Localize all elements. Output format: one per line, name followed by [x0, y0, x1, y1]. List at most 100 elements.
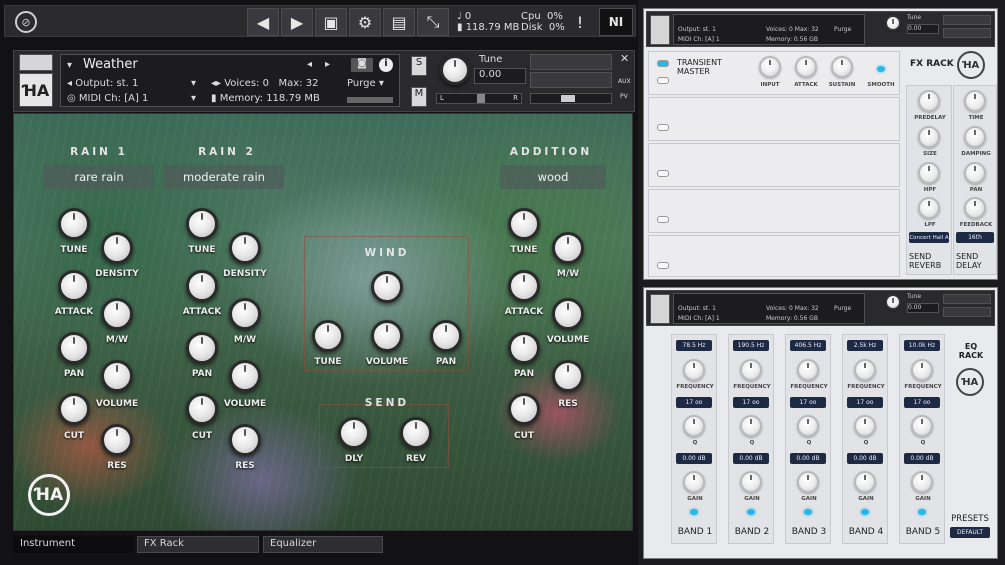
tab-instrument[interactable]: Instrument [13, 536, 133, 553]
addition-cut-knob[interactable] [508, 393, 540, 425]
fx-slot-5-toggle[interactable] [657, 262, 669, 269]
band2-frequency-value[interactable]: 190.5 Hz [733, 340, 769, 351]
rain2-res-knob[interactable] [229, 424, 261, 456]
eq-output[interactable]: Output: st. 1 [678, 305, 716, 312]
save-button[interactable]: ▣ [315, 8, 347, 36]
delay-preset-selector[interactable]: 16th [956, 232, 994, 243]
wind-pan-knob[interactable] [430, 320, 462, 352]
rain2-volume-knob[interactable] [229, 360, 261, 392]
rain1-tune-knob[interactable] [58, 208, 90, 240]
aux-button[interactable]: AUX [618, 78, 631, 85]
addition-volume-knob[interactable] [552, 298, 584, 330]
volume-slider[interactable] [530, 93, 612, 104]
next-arrow-icon[interactable]: ▸ [325, 59, 330, 70]
view-button[interactable]: ▤ [383, 8, 415, 36]
addition-attack-knob[interactable] [508, 270, 540, 302]
rain2-tune-knob[interactable] [186, 208, 218, 240]
addition-pan-knob[interactable] [508, 332, 540, 364]
rain2-pan-knob[interactable] [186, 332, 218, 364]
fx-midi[interactable]: MIDI Ch: [A] 1 [678, 36, 720, 43]
close-icon[interactable]: ✕ [620, 52, 629, 65]
prev-instrument-button[interactable]: ◀ [247, 8, 279, 36]
band3-frequency-value[interactable]: 406.5 Hz [790, 340, 826, 351]
band4-q-value[interactable]: 17 oo [847, 397, 883, 408]
addition-tune-knob[interactable] [508, 208, 540, 240]
rain1-selector[interactable]: rare rain [44, 165, 154, 189]
reverb-hpf-knob[interactable] [918, 162, 940, 184]
fx-slot-2-toggle[interactable] [657, 124, 669, 131]
band1-led-icon[interactable] [690, 509, 698, 515]
resize-button[interactable]: ⤡ [417, 8, 449, 36]
addition-mw-knob[interactable] [552, 232, 584, 264]
addition-res-knob[interactable] [552, 360, 584, 392]
transient-toggle-2[interactable] [657, 77, 669, 84]
tab-equalizer[interactable]: Equalizer [263, 536, 383, 553]
band2-gain-value[interactable]: 0.00 dB [733, 453, 769, 464]
band4-gain-value[interactable]: 0.00 dB [847, 453, 883, 464]
wind-tune-knob[interactable] [312, 320, 344, 352]
midi-channel-row[interactable]: ◎ MIDI Ch: [A] 1 [67, 93, 148, 104]
info-icon[interactable]: i [379, 58, 393, 72]
alert-button[interactable]: ! [567, 8, 593, 36]
send-rev-knob[interactable] [400, 417, 432, 449]
purge-menu[interactable]: Purge ▾ [347, 78, 384, 89]
fx-tune-value[interactable]: 0.00 [907, 24, 939, 34]
rain1-mw-knob[interactable] [101, 298, 133, 330]
next-instrument-button[interactable]: ▶ [281, 8, 313, 36]
transient-attack-knob[interactable] [795, 56, 817, 78]
band2-gain-knob[interactable] [740, 471, 762, 493]
fx-slot-4-toggle[interactable] [657, 216, 669, 223]
rain1-volume-knob[interactable] [101, 360, 133, 392]
band4-frequency-knob[interactable] [854, 359, 876, 381]
ni-logo-button[interactable]: NI [599, 8, 633, 36]
rain1-cut-knob[interactable] [58, 393, 90, 425]
band2-frequency-knob[interactable] [740, 359, 762, 381]
band3-q-knob[interactable] [797, 415, 819, 437]
delay-pan-knob[interactable] [964, 162, 986, 184]
band1-gain-value[interactable]: 0.00 dB [676, 453, 712, 464]
band3-q-value[interactable]: 17 oo [790, 397, 826, 408]
rain2-attack-knob[interactable] [186, 270, 218, 302]
band1-frequency-value[interactable]: 78.5 Hz [676, 340, 712, 351]
band5-q-value[interactable]: 17 oo [904, 397, 940, 408]
smooth-led-icon[interactable] [877, 66, 885, 72]
band1-frequency-knob[interactable] [683, 359, 705, 381]
rain1-pan-knob[interactable] [58, 332, 90, 364]
band5-gain-knob[interactable] [911, 471, 933, 493]
collapse-arrow-icon[interactable]: ▾ [67, 60, 72, 71]
rain2-cut-knob[interactable] [186, 393, 218, 425]
settings-button[interactable]: ⚙ [349, 8, 381, 36]
reverb-predelay-knob[interactable] [918, 90, 940, 112]
wind-tune-top-knob[interactable] [371, 271, 403, 303]
fx-tune-knob[interactable] [885, 15, 901, 31]
kontakt-logo-icon[interactable]: ⊘ [15, 11, 37, 33]
reverb-lpf-knob[interactable] [918, 197, 940, 219]
rain2-mw-knob[interactable] [229, 298, 261, 330]
band2-led-icon[interactable] [747, 509, 755, 515]
pan-slider[interactable]: LR [436, 93, 522, 104]
solo-button[interactable]: S [411, 56, 427, 76]
delay-damping-knob[interactable] [964, 126, 986, 148]
band5-led-icon[interactable] [918, 509, 926, 515]
instrument-name[interactable]: Weather [83, 57, 138, 72]
addition-selector[interactable]: wood [500, 165, 606, 189]
eq-tune-knob[interactable] [885, 294, 901, 310]
wrench-icon[interactable] [19, 54, 53, 71]
band5-frequency-value[interactable]: 10.0k Hz [904, 340, 940, 351]
volume-handle[interactable] [561, 95, 575, 102]
band4-led-icon[interactable] [861, 509, 869, 515]
band1-q-value[interactable]: 17 oo [676, 397, 712, 408]
fx-output[interactable]: Output: st. 1 [678, 26, 716, 33]
rain1-res-knob[interactable] [101, 424, 133, 456]
band3-gain-value[interactable]: 0.00 dB [790, 453, 826, 464]
rain2-density-knob[interactable] [229, 232, 261, 264]
pan-handle[interactable] [477, 94, 485, 103]
eq-purge[interactable]: Purge [834, 305, 851, 312]
prev-arrow-icon[interactable]: ◂ [307, 59, 312, 70]
band4-frequency-value[interactable]: 2.5k Hz [847, 340, 883, 351]
transient-input-knob[interactable] [759, 56, 781, 78]
tune-knob[interactable] [440, 55, 470, 85]
band3-gain-knob[interactable] [797, 471, 819, 493]
band5-frequency-knob[interactable] [911, 359, 933, 381]
band2-q-value[interactable]: 17 oo [733, 397, 769, 408]
